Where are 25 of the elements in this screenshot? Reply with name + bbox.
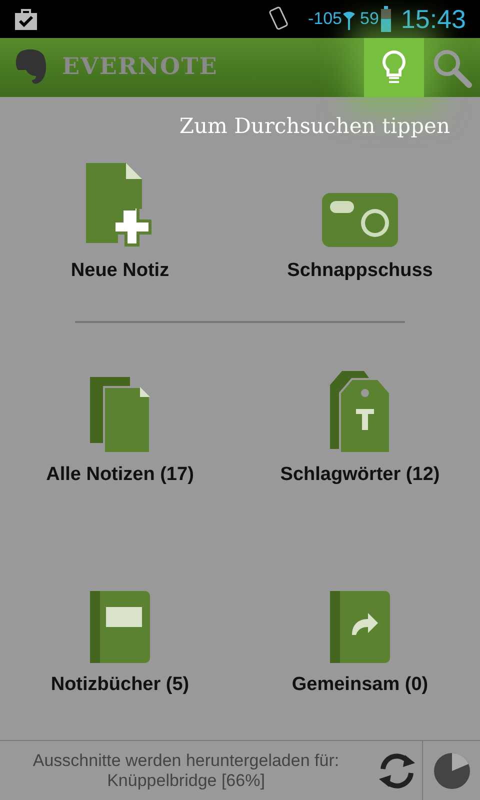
notebook-icon (88, 588, 152, 664)
documents-icon (88, 374, 152, 454)
signal-reading: -105 (308, 8, 342, 30)
app-title: EVERNOTE (62, 52, 218, 82)
dashboard-tile[interactable]: Notizbücher (5) (0, 574, 240, 696)
search-hint: Zum Durchsuchen tippen (179, 113, 450, 140)
dashboard-tile[interactable]: Alle Notizen (17) (0, 364, 240, 486)
sync-message: Knüppelbridge [66%] (107, 770, 265, 790)
shopping-bag-icon (14, 7, 38, 31)
vibrate-icon (268, 6, 290, 32)
lightbulb-icon (381, 50, 407, 86)
dashboard-tile[interactable]: Schnappschuss (240, 160, 480, 282)
battery-icon (380, 6, 391, 32)
progress-pie-icon (432, 750, 472, 790)
dashboard-tile[interactable]: Gemeinsam (0) (240, 574, 480, 696)
search-icon (432, 48, 472, 88)
battery-percent: 59 (360, 8, 379, 30)
sync-message: Ausschnitte werden heruntergeladen für: (32, 750, 340, 770)
tag-icon (328, 368, 392, 454)
dashboard-tile[interactable]: Schlagwörter (12) (240, 364, 480, 486)
clock: 15:43 (400, 2, 466, 36)
shared-notebook-icon (328, 588, 392, 664)
sync-icon (377, 752, 417, 788)
dashboard-tile[interactable]: Neue Notiz (0, 160, 240, 282)
tip-button[interactable] (364, 38, 424, 97)
